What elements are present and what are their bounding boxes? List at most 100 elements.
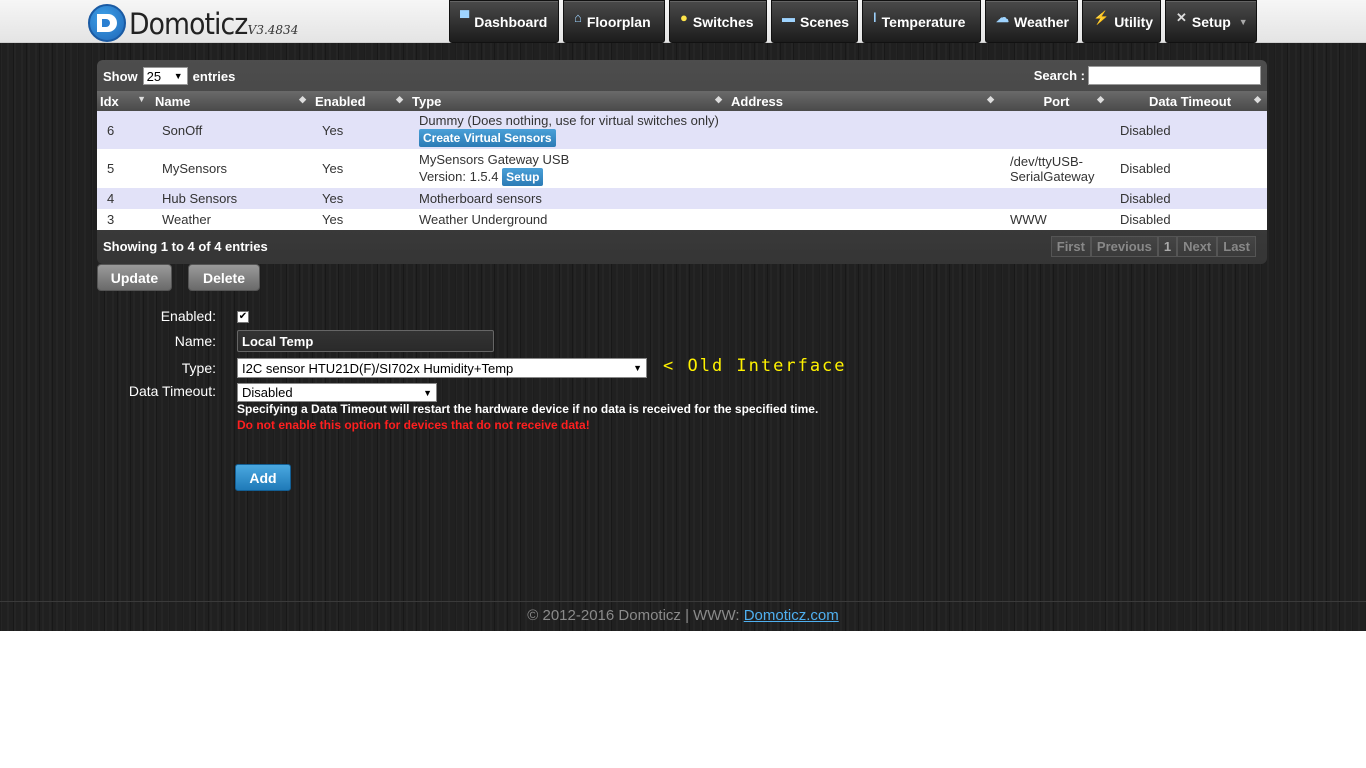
nav-utility[interactable]: ⚡ Utility [1082, 0, 1161, 43]
pager-next[interactable]: Next [1177, 236, 1218, 257]
sort-desc-icon: ▼ [137, 94, 146, 104]
nav-label: Scenes [800, 13, 850, 30]
cell-address [728, 188, 1000, 209]
col-label: Data Timeout [1148, 93, 1232, 109]
nav-dashboard[interactable]: ▀ Dashboard [449, 0, 559, 43]
pager-last[interactable]: Last [1217, 236, 1256, 257]
col-timeout[interactable]: Data Timeout ◆ [1110, 91, 1267, 111]
brand-name: Domoticz [129, 7, 248, 41]
cell-timeout: Disabled [1110, 149, 1267, 188]
hardware-table-box: Show 25 ▼ entries Search : Idx ▼ Name ◆ Ena… [97, 60, 1267, 264]
page-size-select[interactable]: 25 ▼ [142, 67, 188, 85]
nav-label: Utility [1114, 13, 1154, 30]
table-footer: Showing 1 to 4 of 4 entries First Previo… [97, 230, 1267, 263]
cell-enabled: Yes [312, 209, 409, 230]
version-label: V3.4834 [247, 23, 299, 37]
name-label: Name: [174, 333, 216, 349]
col-label: Idx [100, 93, 119, 109]
nav-label: Floorplan [586, 13, 651, 30]
search-control: Search : [1034, 66, 1261, 85]
col-address[interactable]: Address ◆ [728, 91, 1000, 111]
sort-icon: ◆ [987, 94, 994, 104]
pager-page-1[interactable]: 1 [1157, 236, 1178, 257]
cell-timeout: Disabled [1110, 209, 1267, 230]
timeout-select[interactable]: Disabled ▼ [237, 383, 437, 402]
cell-type: Weather Underground [409, 209, 728, 230]
name-input[interactable]: Local Temp [237, 330, 494, 352]
type-select-value: I2C sensor HTU21D(F)/SI702x Humidity+Tem… [242, 360, 514, 376]
type-select[interactable]: I2C sensor HTU21D(F)/SI702x Humidity+Tem… [237, 358, 647, 378]
nav-label: Weather [1014, 13, 1069, 30]
sort-icon: ◆ [1097, 94, 1104, 104]
col-name[interactable]: Name ◆ [152, 91, 312, 111]
cell-type: Motherboard sensors [409, 188, 728, 209]
update-button[interactable]: Update [97, 264, 172, 291]
cell-type: MySensors Gateway USB Version: 1.5.4 Setu… [409, 149, 728, 188]
sort-icon: ◆ [1254, 94, 1261, 104]
create-virtual-sensors-button[interactable]: Create Virtual Sensors [419, 129, 556, 147]
lightbulb-icon: ● [680, 10, 688, 25]
cell-name: SonOff [152, 111, 312, 149]
col-label: Address [731, 93, 784, 109]
nav-label: Dashboard [474, 13, 548, 30]
pager-first[interactable]: First [1050, 236, 1091, 257]
table-controls: Show 25 ▼ entries Search : [97, 60, 1267, 91]
nav-scenes[interactable]: ▬ Scenes [771, 0, 858, 43]
footer: © 2012-2016 Domoticz | WWW: Domoticz.com [0, 601, 1366, 631]
table-row[interactable]: 3 Weather Yes Weather Underground WWW Di… [97, 209, 1267, 230]
hardware-table: Idx ▼ Name ◆ Enabled ◆ Type ◆ Address ◆ Port ◆… [97, 91, 1267, 230]
clapperboard-icon: ▬ [782, 10, 795, 25]
nav-floorplan[interactable]: ⌂ Floorplan [563, 0, 665, 43]
table-row[interactable]: 4 Hub Sensors Yes Motherboard sensors Di… [97, 188, 1267, 209]
enabled-label: Enabled: [160, 308, 216, 324]
utility-icon: ⚡ [1093, 9, 1110, 25]
enabled-checkbox[interactable]: ✔ [237, 311, 249, 323]
logo[interactable]: Domoticz V3.4834 [88, 2, 298, 42]
cell-name: MySensors [152, 149, 312, 188]
cell-type: Dummy (Does nothing, use for virtual swi… [409, 111, 728, 149]
timeout-warning: Do not enable this option for devices th… [237, 418, 590, 432]
table-row[interactable]: 5 MySensors Yes MySensors Gateway USB Ver… [97, 149, 1267, 188]
timeout-note: Specifying a Data Timeout will restart t… [237, 402, 819, 416]
cell-port [1000, 188, 1110, 209]
nav-weather[interactable]: ☁ Weather [985, 0, 1078, 43]
nav-setup[interactable]: ✕ Setup ▼ [1165, 0, 1257, 43]
cell-port: WWW [1000, 209, 1110, 230]
delete-button[interactable]: Delete [188, 264, 260, 291]
setup-button[interactable]: Setup [502, 167, 544, 186]
add-button[interactable]: Add [235, 464, 291, 491]
nav-temperature[interactable]: ǀ Temperature [862, 0, 981, 43]
cloud-rain-icon: ☁ [996, 9, 1009, 25]
sort-icon: ◆ [396, 94, 403, 104]
col-idx[interactable]: Idx ▼ [97, 91, 152, 111]
col-enabled[interactable]: Enabled ◆ [312, 91, 409, 111]
cell-enabled: Yes [312, 188, 409, 209]
footer-link[interactable]: Domoticz.com [744, 607, 839, 624]
cell-port: /dev/ttyUSB-SerialGateway [1000, 149, 1110, 188]
col-label: Name [155, 93, 191, 109]
search-label: Search : [1033, 68, 1085, 83]
cell-name: Weather [152, 209, 312, 230]
cell-name: Hub Sensors [152, 188, 312, 209]
table-row[interactable]: 6 SonOff Yes Dummy (Does nothing, use fo… [97, 111, 1267, 149]
old-interface-annotation: < Old Interface [663, 356, 847, 376]
nav-switches[interactable]: ● Switches [669, 0, 767, 43]
main-nav: ▀ Dashboard ⌂ Floorplan ● Switches ▬ Scenes … [449, 0, 1261, 43]
pager-previous[interactable]: Previous [1090, 236, 1158, 257]
sort-icon: ◆ [715, 94, 722, 104]
col-type[interactable]: Type ◆ [409, 91, 728, 111]
col-label: Type [412, 93, 442, 109]
nav-label: Temperature [881, 13, 966, 30]
cell-enabled: Yes [312, 149, 409, 188]
type-version: Version: 1.5.4 [419, 168, 499, 184]
floorplan-icon: ⌂ [574, 10, 582, 25]
nav-label: Switches [692, 13, 754, 30]
timeout-select-value: Disabled [242, 385, 293, 400]
col-label: Enabled [315, 93, 366, 109]
timeout-label: Data Timeout: [128, 383, 216, 399]
tools-icon: ✕ [1176, 9, 1187, 25]
type-text: Dummy (Does nothing, use for virtual swi… [419, 113, 719, 128]
col-port[interactable]: Port ◆ [1000, 91, 1110, 111]
cell-idx: 6 [97, 111, 152, 149]
search-input[interactable] [1088, 66, 1261, 85]
